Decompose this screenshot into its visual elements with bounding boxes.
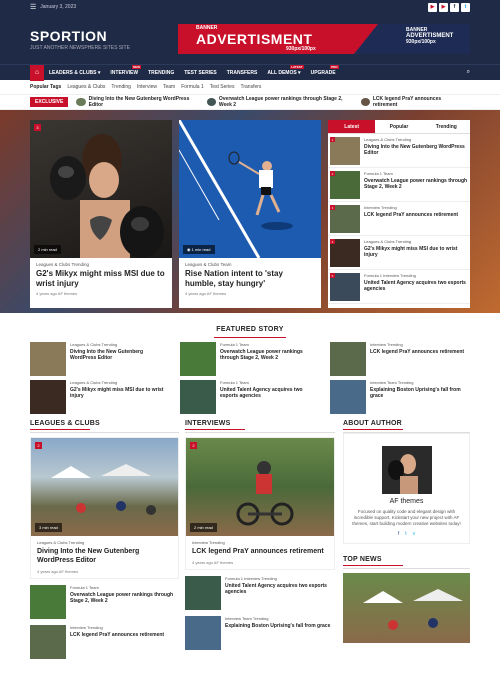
nav-item-leagues[interactable]: LEADERS & CLUBS ▾: [44, 65, 105, 81]
top-bar: ☰ January 3, 2023 ▶ ▶ f t: [0, 0, 500, 14]
exclusive-ticker: EXCLUSIVE Diving Into the New Gutenberg …: [0, 94, 500, 110]
nav-item-upgrade[interactable]: UPGRADE PRO: [306, 64, 341, 81]
tag-link[interactable]: Interview: [137, 84, 157, 90]
ticker-item[interactable]: Overwatch League power rankings through …: [206, 96, 351, 108]
card-category[interactable]: Leagues & Clubs Team: [179, 258, 321, 267]
tag-link[interactable]: Formula 1: [181, 84, 204, 90]
tag-link[interactable]: Test Series: [210, 84, 235, 90]
section-title: FEATURED STORY: [216, 326, 284, 333]
banner-right-size: 930px/100px: [406, 39, 436, 45]
facebook-icon[interactable]: f: [398, 531, 399, 537]
site-tagline: JUST ANOTHER NEWSPHERE SITES SITE: [30, 44, 130, 51]
post-card[interactable]: 2 3 min read Leagues & Clubs Trending Di…: [30, 437, 179, 579]
popular-tags: Popular Tags Leagues & Clubs Trending In…: [0, 80, 500, 94]
tab-list-item[interactable]: 3 Interview Trending LCK legend PraY annou…: [328, 202, 470, 236]
card-category[interactable]: Leagues & Clubs Trending: [30, 258, 172, 267]
section-heading: TOP NEWS: [343, 556, 470, 569]
author-widget: AF themes Focused on quality code and el…: [343, 433, 470, 544]
date-label: January 3, 2023: [40, 4, 77, 10]
banner-main-text: ADVERTISMENT: [196, 31, 313, 47]
main-nav: ⌂ LEADERS & CLUBS ▾ INTERVIEW NEW TRENDIN…: [0, 64, 500, 81]
nav-item-test-series[interactable]: TEST SERIES: [179, 65, 222, 81]
section-heading: ABOUT AUTHOR: [343, 420, 470, 433]
home-icon[interactable]: ⌂: [30, 64, 44, 81]
featured-item[interactable]: Leagues & Clubs Trending Diving Into the …: [30, 342, 170, 376]
section-heading: LEAGUES & CLUBS: [30, 420, 179, 433]
twitter-icon[interactable]: t: [405, 531, 406, 537]
site-title[interactable]: SPORTION: [30, 28, 130, 44]
interviews-column: INTERVIEWS 2 2 min read Interview Trendi…: [185, 420, 335, 650]
card-title[interactable]: Rise Nation intent to 'stay humble, stay…: [179, 267, 321, 291]
search-icon[interactable]: ⌕: [467, 69, 470, 76]
tag-link[interactable]: Trending: [111, 84, 131, 90]
post-card[interactable]: 2 2 min read Interview Trending LCK lege…: [185, 437, 335, 570]
sidebar-column: ABOUT AUTHOR AF themes Focused on qualit…: [343, 420, 470, 643]
leagues-column: LEAGUES & CLUBS 2 3 min read Leagues & C…: [30, 420, 179, 659]
site-header: SPORTION JUST ANOTHER NEWSPHERE SITES SI…: [0, 14, 500, 64]
tab-list-item[interactable]: 1 Leagues & Clubs Trending Diving Into the…: [328, 134, 470, 168]
advertisement-banner[interactable]: BANNER ADVERTISMENT 930px/100px BANNER A…: [178, 24, 470, 54]
featured-item[interactable]: Formula 1 Team United Talent Agency acqui…: [180, 380, 320, 414]
author-bio: Focused on quality code and elegant desi…: [352, 509, 461, 526]
posts-tabs: Latest Popular Trending 1 Leagues & Clubs…: [328, 120, 470, 308]
social-links: ▶ ▶ f t: [428, 2, 470, 12]
ticker-item[interactable]: Diving Into the New Gutenberg WordPress …: [76, 96, 196, 108]
youtube-icon-2[interactable]: ▶: [439, 2, 448, 12]
tennis-image[interactable]: ◉ 1 min read: [179, 120, 321, 258]
nav-item-interview[interactable]: INTERVIEW NEW: [105, 64, 143, 81]
post-small[interactable]: Interview Team Trending Explaining Boston…: [185, 616, 335, 650]
youtube-icon[interactable]: ▶: [428, 2, 437, 12]
featured-item[interactable]: Leagues & Clubs Trending G2's Mikyx might…: [30, 380, 170, 414]
tab-list-item[interactable]: 5 Formula 1 Interview Trending United Tale…: [328, 270, 470, 304]
vimeo-icon[interactable]: v: [413, 531, 416, 537]
read-time: ◉ 1 min read: [183, 245, 215, 254]
tab-list-item[interactable]: 4 Leagues & Clubs Trending G2's Mikyx migh…: [328, 236, 470, 270]
tab-latest[interactable]: Latest: [328, 120, 376, 134]
author-name[interactable]: AF themes: [350, 498, 463, 505]
hero-card[interactable]: 3 2 min read Leagues & Clubs Trending G2…: [30, 120, 172, 308]
card-byline: 4 years ago AF themes: [185, 291, 227, 296]
exclusive-label: EXCLUSIVE: [30, 97, 69, 107]
tab-popular[interactable]: Popular: [375, 120, 423, 134]
card-byline: 4 years ago AF themes: [36, 291, 78, 296]
section-heading: INTERVIEWS: [185, 420, 335, 433]
rank-badge: 3: [34, 124, 41, 131]
avatar[interactable]: [381, 446, 432, 494]
tag-link[interactable]: Transfers: [240, 84, 261, 90]
featured-item[interactable]: Formula 1 Team Overwatch League power ran…: [180, 342, 320, 376]
facebook-icon[interactable]: f: [450, 2, 459, 12]
post-small[interactable]: Formula 1 Interview Trending United Talen…: [185, 576, 335, 610]
hero-card[interactable]: ◉ 1 min read Leagues & Clubs Team Rise N…: [179, 120, 321, 308]
featured-item[interactable]: Interview Team Trending Explaining Boston…: [330, 380, 470, 414]
lower-section: LEAGUES & CLUBS 2 3 min read Leagues & C…: [0, 420, 500, 690]
tag-link[interactable]: Leagues & Clubs: [67, 84, 105, 90]
site-logo[interactable]: SPORTION JUST ANOTHER NEWSPHERE SITES SI…: [30, 28, 130, 51]
banner-size-text: 930px/100px: [286, 46, 316, 52]
menu-icon[interactable]: ☰: [30, 3, 36, 11]
boxer-image[interactable]: 3 2 min read: [30, 120, 172, 258]
tab-trending[interactable]: Trending: [422, 120, 470, 134]
nav-item-all-demos[interactable]: ALL DEMOS ▾ LATEST: [262, 64, 305, 81]
latest-badge: LATEST: [290, 64, 304, 69]
tab-list-item[interactable]: 2 Formula 1 Team Overwatch League power ra…: [328, 168, 470, 202]
twitter-icon[interactable]: t: [461, 2, 470, 12]
popular-tags-label: Popular Tags: [30, 84, 62, 90]
new-badge: NEW: [132, 64, 142, 69]
ticker-item[interactable]: LCK legend PraY announces retirement: [360, 96, 460, 108]
pro-badge: PRO: [330, 64, 339, 69]
nav-item-trending[interactable]: TRENDING: [143, 65, 179, 81]
top-news-image[interactable]: [343, 573, 470, 643]
featured-item[interactable]: Interview Trending LCK legend PraY announ…: [330, 342, 470, 376]
card-title[interactable]: G2's Mikyx might miss MSI due to wrist i…: [30, 267, 172, 291]
read-time: 2 min read: [34, 245, 61, 254]
hero-section: 3 2 min read Leagues & Clubs Trending G2…: [0, 110, 500, 313]
post-small[interactable]: Formula 1 Team Overwatch League power ran…: [30, 585, 179, 619]
tag-link[interactable]: Team: [163, 84, 175, 90]
nav-item-transfers[interactable]: TRANSFERS: [222, 65, 263, 81]
post-small[interactable]: Interview Trending LCK legend PraY announ…: [30, 625, 179, 659]
featured-story: FEATURED STORY Leagues & Clubs Trending D…: [0, 313, 500, 414]
dirtbike-image[interactable]: 2 2 min read: [186, 438, 334, 536]
motocross-image[interactable]: 2 3 min read: [31, 438, 178, 536]
